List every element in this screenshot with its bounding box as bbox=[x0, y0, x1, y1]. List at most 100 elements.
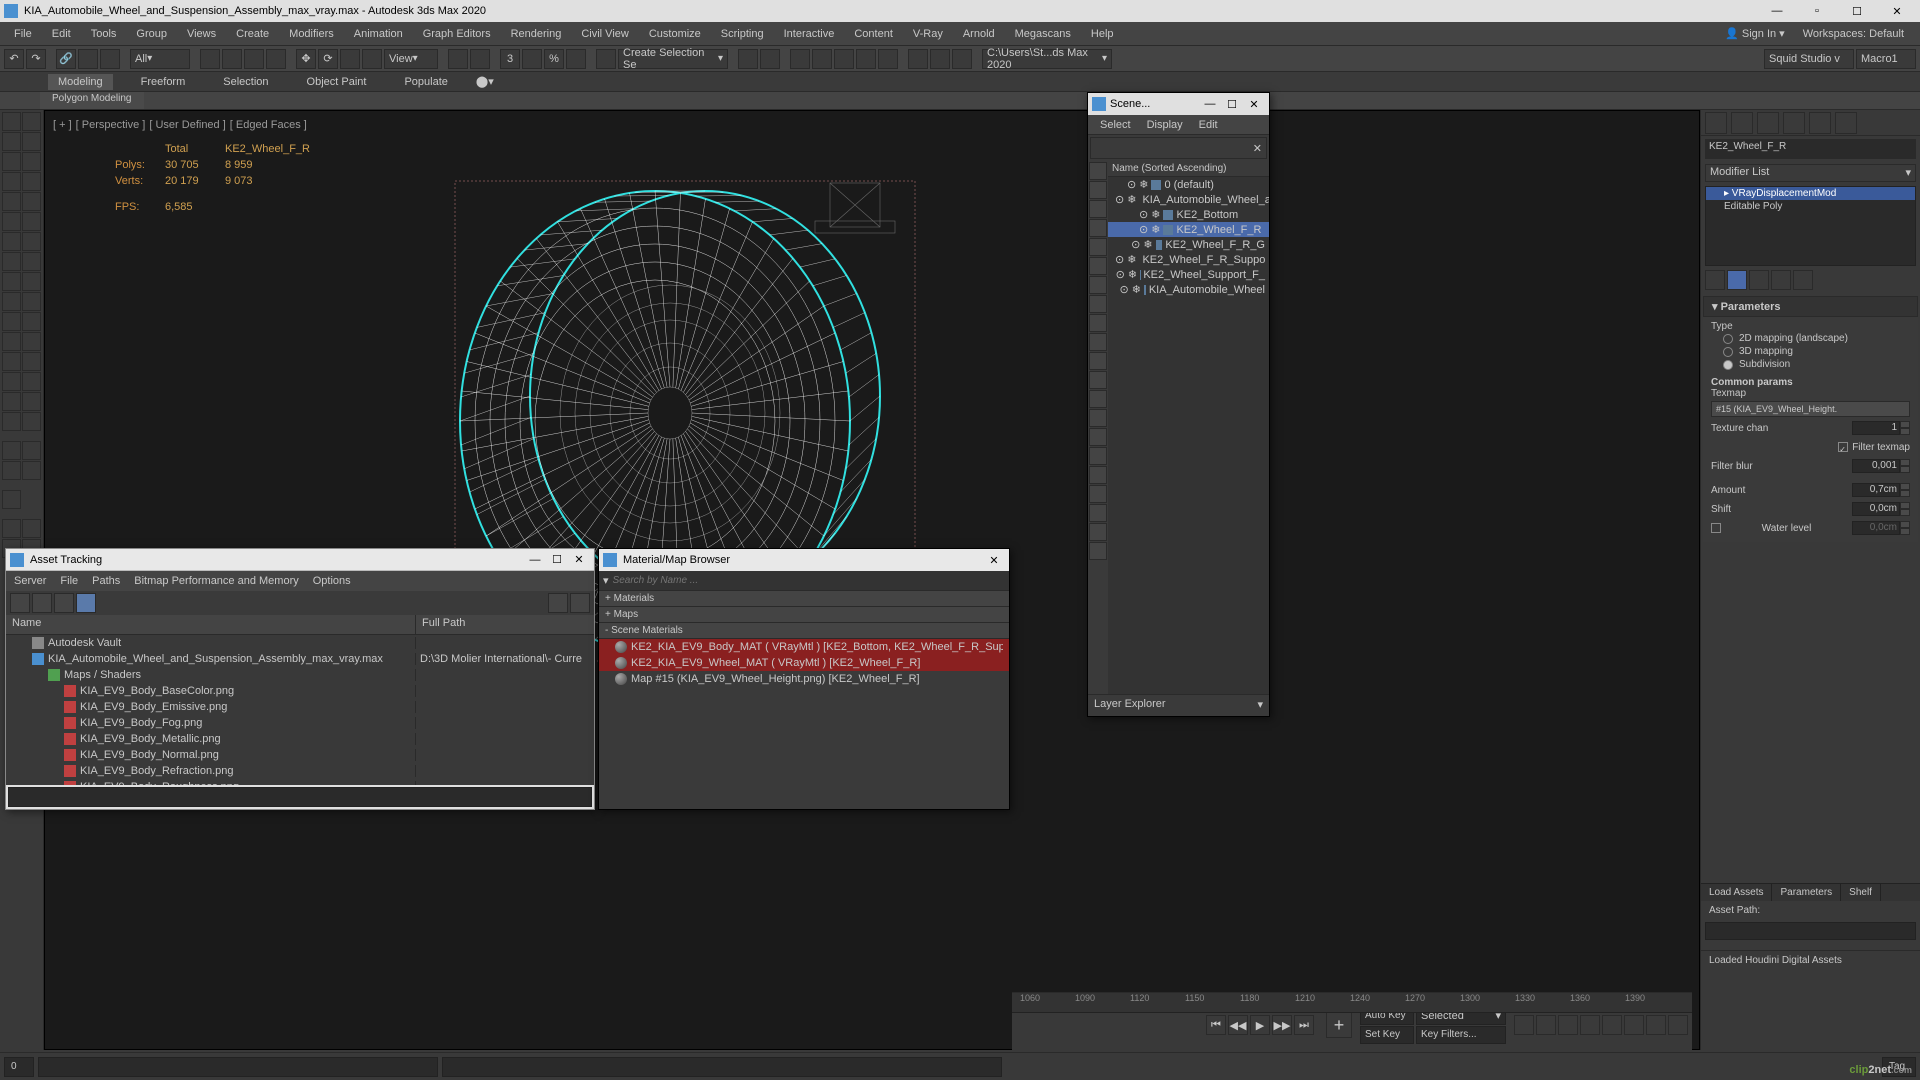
se-tool[interactable] bbox=[1089, 276, 1107, 294]
se-clear-icon[interactable]: ✕ bbox=[1249, 142, 1266, 155]
configure-sets-button[interactable] bbox=[1793, 270, 1813, 290]
nav-btn[interactable] bbox=[1602, 1015, 1622, 1035]
menu-v-ray[interactable]: V-Ray bbox=[903, 25, 953, 43]
lt-btn[interactable] bbox=[22, 192, 41, 211]
ribbon-tab-modeling[interactable]: Modeling bbox=[48, 74, 113, 90]
refcoord-combo[interactable]: View ▾ bbox=[384, 49, 438, 69]
mb-item[interactable]: KE2_KIA_EV9_Wheel_MAT ( VRayMtl ) [KE2_W… bbox=[599, 655, 1009, 671]
lt-btn[interactable] bbox=[22, 352, 41, 371]
scene-item[interactable]: ⊙❄0 (default) bbox=[1108, 177, 1269, 192]
menu-create[interactable]: Create bbox=[226, 25, 279, 43]
at-min-button[interactable]: — bbox=[524, 554, 546, 566]
asset-row[interactable]: Autodesk Vault bbox=[6, 635, 594, 651]
lt-btn[interactable] bbox=[22, 412, 41, 431]
menu-content[interactable]: Content bbox=[844, 25, 903, 43]
menu-edit[interactable]: Edit bbox=[42, 25, 81, 43]
lt-btn[interactable] bbox=[22, 112, 41, 131]
rotate-button[interactable]: ⟳ bbox=[318, 49, 338, 69]
se-search[interactable]: ✕ bbox=[1090, 137, 1267, 159]
hierarchy-panel-icon[interactable] bbox=[1757, 112, 1779, 134]
nav-btn[interactable] bbox=[1646, 1015, 1666, 1035]
ribbon-tab-selection[interactable]: Selection bbox=[213, 74, 278, 90]
timeline[interactable]: 1060109011201150118012101240127013001330… bbox=[1012, 992, 1692, 1050]
scene-item[interactable]: ⊙❄KE2_Wheel_F_R bbox=[1108, 222, 1269, 237]
lt-btn[interactable] bbox=[2, 292, 21, 311]
restore-button[interactable]: ▫ bbox=[1798, 1, 1836, 21]
type-option[interactable]: Subdivision bbox=[1711, 358, 1910, 371]
render-frame-button[interactable] bbox=[930, 49, 950, 69]
ribbon-tab-object paint[interactable]: Object Paint bbox=[297, 74, 377, 90]
filter-combo[interactable]: All ▾ bbox=[130, 49, 190, 69]
pivot-button[interactable] bbox=[448, 49, 468, 69]
link-button[interactable]: 🔗 bbox=[56, 49, 76, 69]
goto-end-button[interactable]: ⏭ bbox=[1294, 1015, 1314, 1035]
se-tool[interactable] bbox=[1089, 447, 1107, 465]
maximize-button[interactable]: ☐ bbox=[1838, 1, 1876, 21]
lt-btn[interactable] bbox=[22, 152, 41, 171]
at-menu[interactable]: Bitmap Performance and Memory bbox=[134, 575, 298, 587]
at-menu[interactable]: File bbox=[60, 575, 78, 587]
menu-help[interactable]: Help bbox=[1081, 25, 1124, 43]
squid-combo[interactable]: Squid Studio v bbox=[1764, 49, 1854, 69]
lt-btn[interactable] bbox=[2, 312, 21, 331]
se-tool[interactable] bbox=[1089, 181, 1107, 199]
scene-explorer-window[interactable]: Scene... — ☐ ✕ Select Display Edit ✕ Nam… bbox=[1087, 92, 1270, 717]
snap-button[interactable]: 3 bbox=[500, 49, 520, 69]
modifier-item[interactable]: ▸ VRayDisplacementMod bbox=[1706, 187, 1915, 200]
pin-stack-button[interactable] bbox=[1705, 270, 1725, 290]
edit-selset-button[interactable] bbox=[596, 49, 616, 69]
selset-combo[interactable]: Create Selection Se ▾ bbox=[618, 49, 728, 69]
object-name-field[interactable]: KE2_Wheel_F_R bbox=[1705, 139, 1916, 159]
workspaces-value[interactable]: Default bbox=[1869, 28, 1904, 40]
lt-btn[interactable] bbox=[22, 252, 41, 271]
mirror-button[interactable] bbox=[738, 49, 758, 69]
se-tool[interactable] bbox=[1089, 333, 1107, 351]
lt-btn[interactable] bbox=[2, 461, 21, 480]
manip-button[interactable] bbox=[470, 49, 490, 69]
lt-btn[interactable] bbox=[2, 192, 21, 211]
menu-interactive[interactable]: Interactive bbox=[774, 25, 845, 43]
at-tb-btn[interactable] bbox=[76, 593, 96, 613]
menu-arnold[interactable]: Arnold bbox=[953, 25, 1005, 43]
signin-button[interactable]: 👤 Sign In ▾ bbox=[1725, 27, 1785, 40]
asset-tracking-window[interactable]: Asset Tracking — ☐ ✕ ServerFilePathsBitm… bbox=[5, 548, 595, 810]
undo-button[interactable]: ↶ bbox=[4, 49, 24, 69]
material-browser-window[interactable]: Material/Map Browser ✕ ▾ + Materials+ Ma… bbox=[598, 548, 1010, 810]
lt-btn[interactable] bbox=[22, 212, 41, 231]
se-tool[interactable] bbox=[1089, 200, 1107, 218]
se-tool[interactable] bbox=[1089, 542, 1107, 560]
nav-btn[interactable] bbox=[1624, 1015, 1644, 1035]
menu-views[interactable]: Views bbox=[177, 25, 226, 43]
menu-graph editors[interactable]: Graph Editors bbox=[413, 25, 501, 43]
se-edit-tab[interactable]: Edit bbox=[1199, 119, 1218, 131]
se-tool[interactable] bbox=[1089, 352, 1107, 370]
set-key-button[interactable]: + bbox=[1326, 1012, 1352, 1038]
setkey-button[interactable]: Set Key bbox=[1360, 1026, 1414, 1044]
lt-btn[interactable] bbox=[22, 232, 41, 251]
mb-close-button[interactable]: ✕ bbox=[983, 554, 1005, 567]
scene-item[interactable]: ⊙❄KE2_Wheel_F_R_G bbox=[1108, 237, 1269, 252]
water-level-input[interactable]: 0,0cm bbox=[1852, 521, 1900, 535]
schematic-button[interactable] bbox=[856, 49, 876, 69]
type-option[interactable]: 2D mapping (landscape) bbox=[1711, 332, 1910, 345]
menu-animation[interactable]: Animation bbox=[344, 25, 413, 43]
menu-megascans[interactable]: Megascans bbox=[1005, 25, 1081, 43]
at-close-button[interactable]: ✕ bbox=[568, 553, 590, 566]
asset-row[interactable]: KIA_EV9_Body_Refraction.png bbox=[6, 763, 594, 779]
texmap-button[interactable]: #15 (KIA_EV9_Wheel_Height. bbox=[1711, 401, 1910, 417]
lt-btn[interactable] bbox=[2, 412, 21, 431]
mb-category[interactable]: + Materials bbox=[599, 591, 1009, 607]
se-close-button[interactable]: ✕ bbox=[1243, 98, 1265, 111]
modify-panel-icon[interactable] bbox=[1731, 112, 1753, 134]
lt-btn[interactable] bbox=[2, 332, 21, 351]
shift-input[interactable]: 0,0cm bbox=[1852, 502, 1900, 516]
se-tool[interactable] bbox=[1089, 523, 1107, 541]
modifier-stack[interactable]: ▸ VRayDisplacementMod Editable Poly bbox=[1705, 186, 1916, 266]
lt-btn[interactable] bbox=[2, 392, 21, 411]
lt-btn[interactable] bbox=[22, 519, 41, 538]
menu-civil view[interactable]: Civil View bbox=[571, 25, 638, 43]
texture-chan-input[interactable]: 1 bbox=[1852, 421, 1900, 435]
percent-snap-button[interactable]: % bbox=[544, 49, 564, 69]
se-tool[interactable] bbox=[1089, 504, 1107, 522]
menu-rendering[interactable]: Rendering bbox=[501, 25, 572, 43]
